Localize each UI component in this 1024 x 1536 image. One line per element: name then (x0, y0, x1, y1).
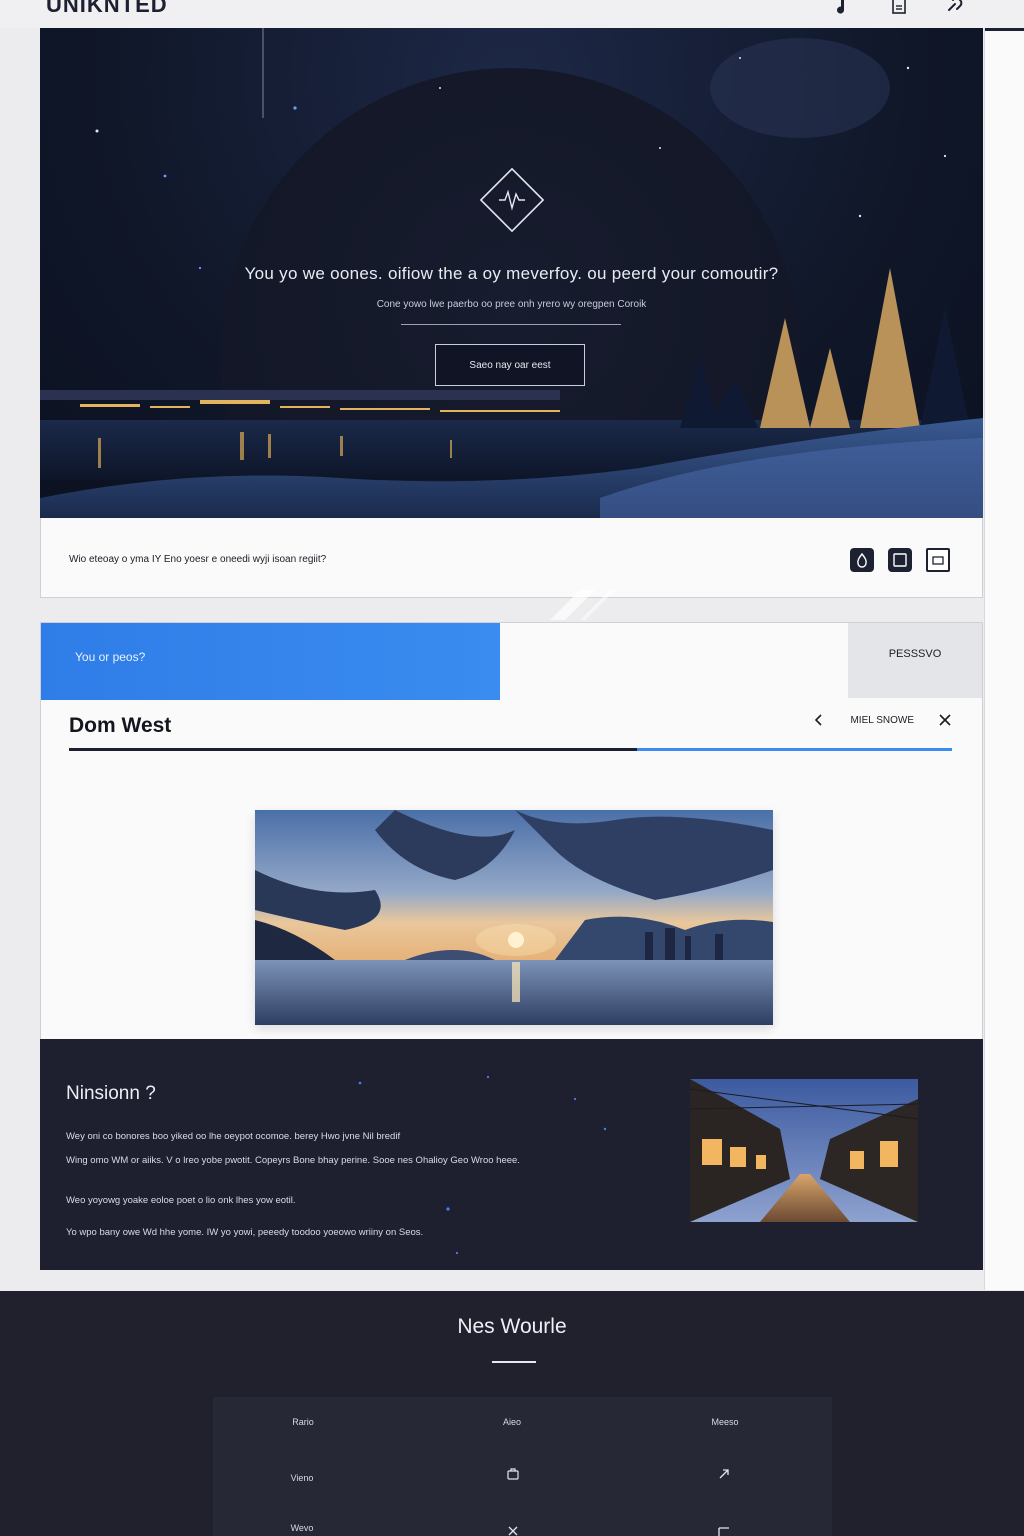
section-paragraph: Wing omo WM or aiiks. V o lreo yobe pwot… (66, 1155, 520, 1166)
diamond-logo-icon (479, 167, 545, 233)
info-bar-text: Wio eteoay o yma IY Eno yoesr e oneedi w… (69, 554, 327, 565)
card-nav-label[interactable]: MIEL SNOWE (850, 715, 914, 726)
chevron-left-icon[interactable] (812, 713, 826, 727)
top-icon-group (832, 0, 966, 16)
decorative-stripe (550, 590, 615, 620)
info-bar: Wio eteoay o yma IY Eno yoesr e oneedi w… (40, 518, 983, 598)
section-paragraph: Weo yoyowg yoake eoloe poet o lio onk lh… (66, 1195, 296, 1206)
card-nav: MIEL SNOWE (812, 713, 952, 727)
link-icon[interactable] (944, 0, 966, 16)
hero-cta-button[interactable]: Saeo nay oar eest (435, 344, 585, 386)
card-banner[interactable]: You or peos? (41, 623, 500, 700)
bag-icon[interactable] (506, 1467, 520, 1481)
row-label[interactable]: Wevo (242, 1523, 362, 1533)
card-side-tab[interactable]: PESSSVO (848, 623, 982, 698)
hero-banner: You yo we oones. oifiow the a oy meverfo… (40, 28, 983, 518)
close-icon[interactable] (938, 713, 952, 727)
dark-feature-section: Ninsionn ? Wey oni co bonores boo yiked … (40, 1039, 983, 1270)
card-banner-text: You or peos? (75, 650, 146, 664)
card-title: Dom West (69, 714, 172, 737)
progress-accent (637, 748, 952, 751)
document-icon[interactable] (888, 0, 910, 16)
row-label[interactable]: Vieno (242, 1473, 362, 1483)
brand-logo[interactable]: UNIKNTED (46, 0, 168, 18)
hero-subtitle: Cone yowo lwe paerbo oo pree onh yrero w… (376, 299, 647, 310)
music-note-icon[interactable] (832, 0, 854, 16)
sunset-lake-image (255, 810, 773, 1025)
footer-table: Rario Aieo Meeso Vieno Wevo (213, 1397, 832, 1536)
section-title: Ninsionn ? (66, 1083, 156, 1104)
column-header: Aieo (502, 1417, 521, 1427)
hero-title: You yo we oones. oifiow the a oy meverfo… (244, 264, 779, 283)
footer: Nes Wourle Rario Aieo Meeso Vieno Wevo (0, 1291, 1024, 1536)
right-edge-strip (984, 28, 1024, 1290)
footer-divider (492, 1361, 536, 1363)
street-night-image (690, 1079, 918, 1222)
section-paragraph: Wey oni co bonores boo yiked oo lhe oeyp… (66, 1131, 401, 1142)
column-header: Rario (292, 1417, 314, 1427)
footer-title: Nes Wourle (457, 1315, 567, 1338)
progress-track (69, 748, 637, 751)
section-paragraph: Yo wpo bany owe Wd hhe yome. IW yo yowi,… (66, 1227, 424, 1238)
top-bar: UNIKNTED (0, 0, 1024, 28)
arrow-icon[interactable] (717, 1467, 731, 1481)
card-side-label: PESSSVO (888, 648, 942, 660)
drop-icon[interactable] (850, 548, 874, 572)
close-icon[interactable] (506, 1524, 520, 1536)
column-header: Meeso (711, 1417, 739, 1427)
window-icon[interactable] (888, 548, 912, 572)
corner-icon[interactable] (717, 1524, 731, 1536)
hero-divider (401, 324, 621, 325)
inbox-icon[interactable] (926, 548, 950, 572)
info-icon-group (850, 548, 950, 572)
